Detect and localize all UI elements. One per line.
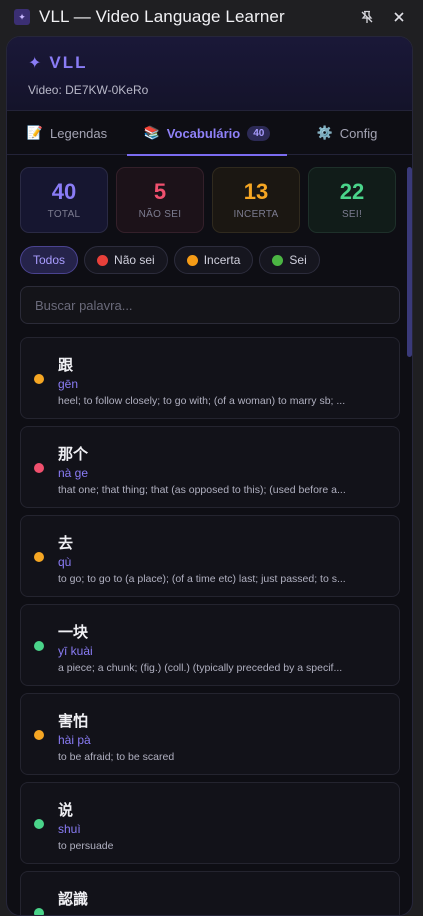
vocab-word: 害怕 <box>58 712 89 730</box>
stat-incerta: 13 INCERTA <box>212 167 300 233</box>
brand: ✦ VLL <box>28 53 412 73</box>
stat-value: 22 <box>339 178 365 204</box>
vocab-word: 認識 <box>58 890 89 908</box>
red-circle-icon <box>97 254 109 266</box>
tab-label: Config <box>339 125 378 141</box>
vocab-word: 一块 <box>58 623 89 641</box>
vocab-pinyin: yī kuài <box>58 644 93 658</box>
vocab-definition: a piece; a chunk; (fig.) (coll.) (typica… <box>58 662 343 674</box>
memo-icon: 📝 <box>26 125 44 140</box>
gear-icon: ⚙️ <box>316 125 333 140</box>
title-bar: ✦ VLL — Video Language Learner <box>0 0 423 34</box>
vocab-word: 那个 <box>58 445 89 463</box>
filter-chips: Todos Não sei Incerta Sei <box>7 233 412 274</box>
tab-vocabulario[interactable]: 📚 Vocabulário 40 <box>127 111 287 156</box>
filter-nao-sei[interactable]: Não sei <box>84 246 168 274</box>
vocab-definition: to persuade <box>58 840 114 852</box>
vocab-card[interactable]: 一块 yī kuài a piece; a chunk; (fig.) (col… <box>20 604 400 686</box>
vocab-pinyin: nà ge <box>58 466 89 480</box>
stat-nao-sei: 5 NÃO SEI <box>116 167 204 233</box>
orange-circle-icon <box>186 254 198 266</box>
stat-value: 13 <box>243 178 269 204</box>
stat-value: 40 <box>51 178 77 204</box>
search-box <box>20 286 400 324</box>
count-badge: 40 <box>247 125 271 141</box>
vocab-card[interactable]: 跟 gēn heel; to follow closely; to go wit… <box>20 337 400 419</box>
vocab-card[interactable]: 去 qù to go; to go to (a place); (of a ti… <box>20 515 400 597</box>
vocab-pinyin: qù <box>58 555 72 569</box>
status-dot <box>34 908 44 915</box>
vocab-definition: heel; to follow closely; to go with; (of… <box>58 395 346 407</box>
panel-header: ✦ VLL Video: DE7KW-0KeRo <box>7 37 412 111</box>
vocab-card[interactable]: 那个 nà ge that one; that thing; that (as … <box>20 426 400 508</box>
status-dot <box>34 552 44 562</box>
tab-label: Vocabulário <box>166 125 241 141</box>
tab-label: Legendas <box>50 125 108 141</box>
filter-incerta[interactable]: Incerta <box>173 246 254 274</box>
vocab-card[interactable]: 認識 <box>20 871 400 915</box>
status-dot <box>34 641 44 651</box>
status-dot <box>34 730 44 740</box>
tab-bar: 📝 Legendas 📚 Vocabulário 40 ⚙️ Config <box>7 111 412 156</box>
green-circle-icon <box>272 254 284 266</box>
vocab-pinyin: hài pà <box>58 733 91 747</box>
search-input[interactable] <box>35 297 375 313</box>
window-title: VLL — Video Language Learner <box>39 7 285 26</box>
filter-sei[interactable]: Sei <box>259 246 320 274</box>
stat-value: 5 <box>153 178 167 204</box>
filter-label: Todos <box>33 253 66 267</box>
books-icon: 📚 <box>143 125 160 140</box>
stats-row: 40 TOTAL 5 NÃO SEI 13 INCERTA 22 SEI! <box>7 155 412 233</box>
filter-label: Não sei <box>114 253 155 267</box>
sparkle-icon: ✦ <box>28 55 42 72</box>
stat-label: SEI! <box>341 208 363 220</box>
vocab-word: 去 <box>58 534 74 552</box>
status-dot <box>34 374 44 384</box>
pin-off-icon[interactable] <box>356 6 378 28</box>
vocabulary-list: 跟 gēn heel; to follow closely; to go wit… <box>7 324 412 915</box>
stat-label: TOTAL <box>47 208 81 220</box>
app-logo-icon: ✦ <box>14 9 30 25</box>
extension-panel: ✦ VLL Video: DE7KW-0KeRo 📝 Legendas 📚 Vo… <box>6 36 413 916</box>
filter-label: Sei <box>289 253 307 267</box>
status-dot <box>34 819 44 829</box>
filter-label: Incerta <box>203 253 241 267</box>
status-dot <box>34 463 44 473</box>
brand-name: VLL <box>49 53 88 72</box>
close-icon[interactable] <box>388 6 410 28</box>
stat-total: 40 TOTAL <box>20 167 108 233</box>
vocab-pinyin: gēn <box>58 377 79 391</box>
vocab-definition: that one; that thing; that (as opposed t… <box>58 484 346 496</box>
vocab-word: 跟 <box>58 356 74 374</box>
vocab-card[interactable]: 说 shuì to persuade <box>20 782 400 864</box>
stat-label: NÃO SEI <box>138 208 182 220</box>
video-id-label: Video: DE7KW-0KeRo <box>28 83 149 97</box>
scrollbar[interactable] <box>407 161 412 915</box>
vocab-definition: to be afraid; to be scared <box>58 751 175 763</box>
tab-config[interactable]: ⚙️ Config <box>287 111 407 155</box>
vocab-card[interactable]: 害怕 hài pà to be afraid; to be scared <box>20 693 400 775</box>
filter-todos[interactable]: Todos <box>20 246 79 274</box>
stat-label: INCERTA <box>233 208 279 220</box>
stat-sei: 22 SEI! <box>308 167 396 233</box>
vocab-pinyin: shuì <box>58 822 81 836</box>
scrollbar-thumb[interactable] <box>407 167 412 357</box>
vocab-word: 说 <box>58 801 74 819</box>
tab-legendas[interactable]: 📝 Legendas <box>7 111 127 155</box>
vocab-definition: to go; to go to (a place); (of a time et… <box>58 573 346 585</box>
